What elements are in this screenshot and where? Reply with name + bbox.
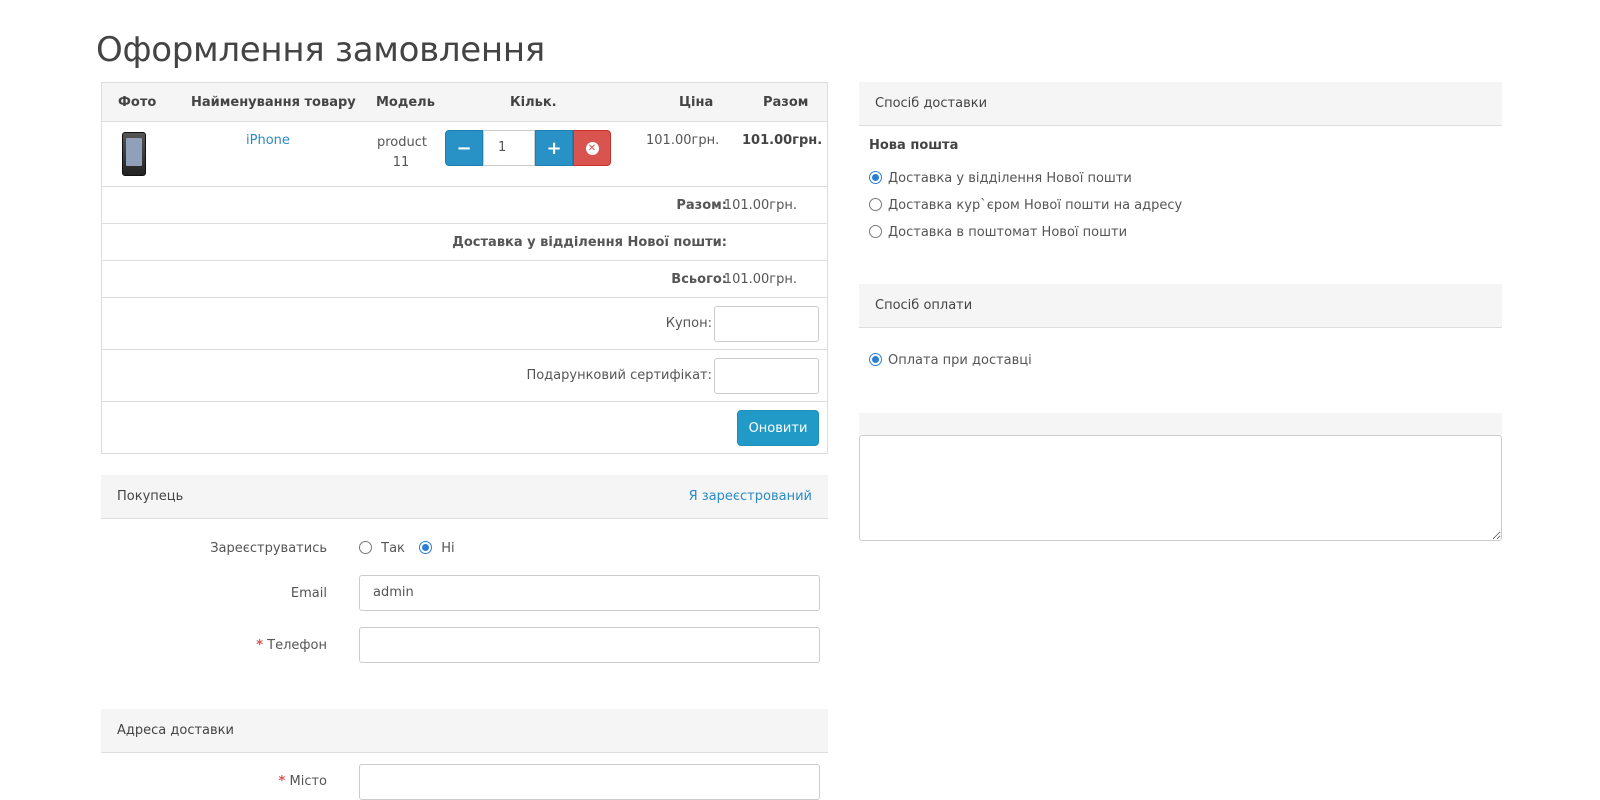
minus-icon: − xyxy=(456,137,472,159)
comment-panel-header xyxy=(859,413,1502,435)
subtotal-value: 101.00грн. xyxy=(723,198,797,213)
customer-panel-header: Покупець Я зареєстрований xyxy=(101,475,828,519)
register-label: Зареєструватись xyxy=(210,541,327,556)
shipping-option[interactable]: Доставка в поштомат Нової пошти xyxy=(869,225,1127,240)
cart-table: Фото Найменування товару Модель Кільк. Ц… xyxy=(101,82,828,454)
phone-label-text: Телефон xyxy=(267,638,327,653)
voucher-row: Подарунковий сертифікат: xyxy=(102,350,827,402)
qty-increase-button[interactable]: + xyxy=(535,130,573,166)
shipping-option-label: Доставка в поштомат Нової пошти xyxy=(888,225,1128,240)
register-yes-radio[interactable] xyxy=(359,541,372,554)
col-total: Разом xyxy=(763,95,809,110)
col-photo: Фото xyxy=(118,95,157,110)
cart-header-row: Фото Найменування товару Модель Кільк. Ц… xyxy=(102,83,827,122)
plus-icon: + xyxy=(546,137,562,159)
email-label: Email xyxy=(290,586,327,601)
shipping-row: Доставка у відділення Нової пошти: xyxy=(102,224,827,261)
customer-panel-title: Покупець xyxy=(117,489,184,504)
required-marker: * xyxy=(278,774,286,789)
payment-option-radio[interactable] xyxy=(869,353,882,366)
address-panel-header: Адреса доставки xyxy=(101,709,828,753)
shipping-option-label: Доставка у відділення Нової пошти xyxy=(888,171,1132,186)
voucher-input[interactable] xyxy=(714,358,819,394)
city-field[interactable] xyxy=(359,764,820,800)
coupon-input[interactable] xyxy=(714,306,819,342)
payment-option-label: Оплата при доставці xyxy=(888,353,1032,368)
register-radio-group: Так Ні xyxy=(359,541,455,556)
payment-panel-title: Спосіб оплати xyxy=(875,298,973,313)
city-label: * Місто xyxy=(167,774,327,789)
coupon-row: Купон: xyxy=(102,298,827,350)
product-price: 101.00грн. xyxy=(646,133,720,148)
address-panel-title: Адреса доставки xyxy=(117,723,234,738)
update-row: Оновити xyxy=(102,402,827,454)
shipping-panel-title: Спосіб доставки xyxy=(875,96,988,111)
page-title: Оформлення замовлення xyxy=(96,30,545,70)
shipping-option-radio[interactable] xyxy=(869,198,882,211)
qty-input[interactable]: 1 xyxy=(483,130,535,166)
product-image[interactable] xyxy=(122,132,146,176)
product-model-line2: 11 xyxy=(392,155,410,170)
update-button[interactable]: Оновити xyxy=(737,410,819,446)
grand-total-value: 101.00грн. xyxy=(723,272,797,287)
phone-field[interactable] xyxy=(359,627,820,663)
shipping-group-title: Нова пошта xyxy=(869,138,959,153)
shipping-option[interactable]: Доставка у відділення Нової пошти xyxy=(869,171,1132,186)
col-qty: Кільк. xyxy=(510,95,557,110)
shipping-option-radio[interactable] xyxy=(869,171,882,184)
register-no-radio[interactable] xyxy=(419,541,433,554)
col-price: Ціна xyxy=(679,95,714,110)
email-field[interactable]: admin xyxy=(359,575,820,611)
product-model: product 11 xyxy=(377,133,428,173)
subtotal-row: Разом: 101.00грн. xyxy=(102,187,827,224)
col-name: Найменування товару xyxy=(191,95,356,110)
city-label-text: Місто xyxy=(289,774,327,789)
product-model-line1: product xyxy=(377,135,428,150)
remove-circle-icon: ✕ xyxy=(585,141,599,155)
product-name-link[interactable]: iPhone xyxy=(246,133,290,148)
product-total: 101.00грн. xyxy=(742,133,823,148)
login-link[interactable]: Я зареєстрований xyxy=(689,489,812,504)
payment-option[interactable]: Оплата при доставці xyxy=(869,353,1032,368)
quantity-stepper: − 1 + ✕ xyxy=(445,130,611,166)
table-row: iPhone product 11 − 1 + ✕ 101.00грн. 101… xyxy=(102,122,827,187)
subtotal-label: Разом: xyxy=(676,198,727,213)
shipping-cost-label: Доставка у відділення Нової пошти: xyxy=(452,235,727,250)
coupon-label: Купон: xyxy=(665,316,712,331)
phone-label: * Телефон xyxy=(167,638,327,653)
col-model: Модель xyxy=(376,95,435,110)
qty-decrease-button[interactable]: − xyxy=(445,130,483,166)
comment-textarea[interactable] xyxy=(859,435,1502,541)
register-no-label: Ні xyxy=(441,541,455,556)
shipping-panel-header: Спосіб доставки xyxy=(859,82,1502,126)
shipping-option[interactable]: Доставка кур`єром Нової пошти на адресу xyxy=(869,198,1182,213)
register-yes-label: Так xyxy=(381,541,405,556)
voucher-label: Подарунковий сертифікат: xyxy=(526,368,712,383)
grand-total-label: Всього: xyxy=(671,272,727,287)
shipping-option-label: Доставка кур`єром Нової пошти на адресу xyxy=(888,198,1183,213)
shipping-option-radio[interactable] xyxy=(869,225,882,238)
required-marker: * xyxy=(256,638,264,653)
remove-item-button[interactable]: ✕ xyxy=(573,130,611,166)
grand-total-row: Всього: 101.00грн. xyxy=(102,261,827,298)
payment-panel-header: Спосіб оплати xyxy=(859,284,1502,328)
